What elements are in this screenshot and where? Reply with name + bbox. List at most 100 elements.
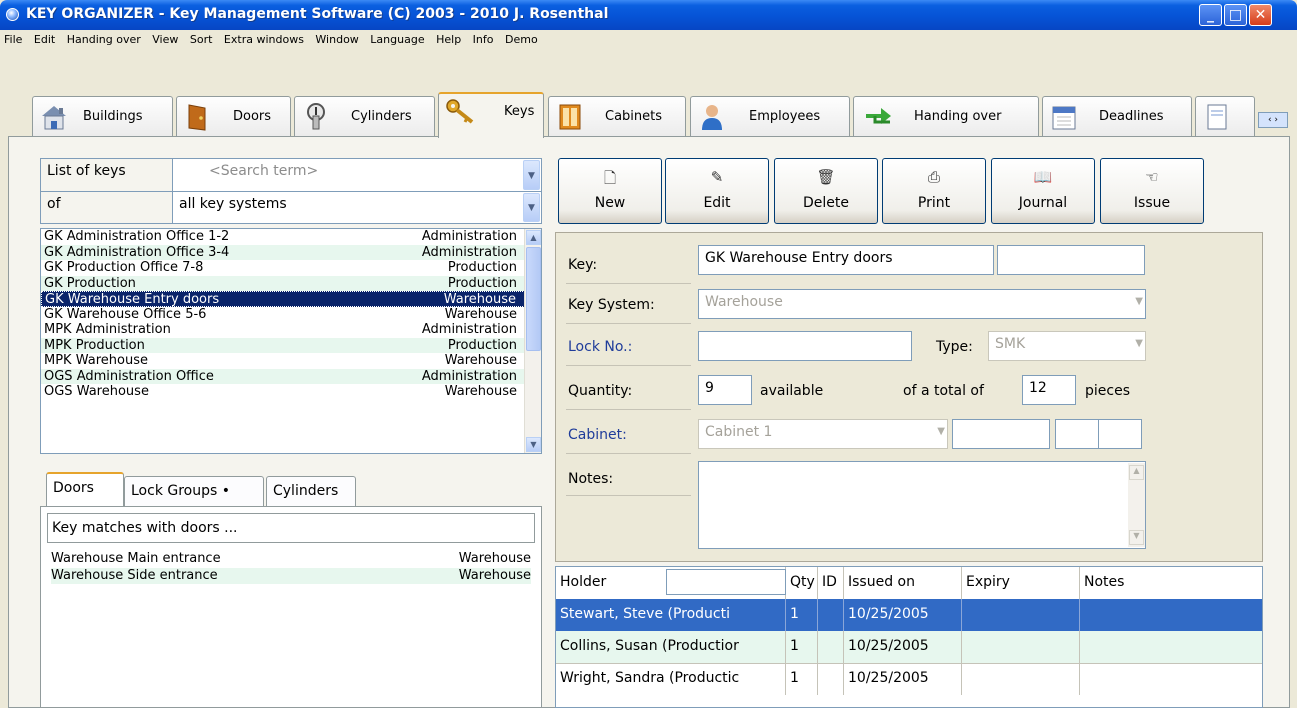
search-input[interactable]: <Search term> ▼ [172,158,542,192]
cabinet-label[interactable]: Cabinet: [568,427,627,443]
list-item[interactable]: GK Administration Office 3-4 Administrati… [41,244,541,260]
table-row[interactable]: Collins, Susan (Productior 1 10/25/2005 [556,631,1262,663]
tab-more[interactable] [1195,96,1255,136]
subtab-lock-groups[interactable]: Lock Groups • [124,476,264,506]
lock-number-field[interactable] [698,331,912,361]
key-name: GK Warehouse Office 5-6 [44,306,207,322]
key-name-field[interactable]: GK Warehouse Entry doors [698,245,994,275]
button-label: New [594,195,626,211]
list-item[interactable]: MPK Warehouse Warehouse [41,353,541,369]
list-of-keys-label-box: List of keys [40,158,172,192]
key-extra-field[interactable] [997,245,1145,275]
close-button[interactable]: ✕ [1249,4,1272,26]
list-item[interactable]: OGS Warehouse Warehouse [41,384,541,400]
list-item[interactable]: OGS Administration Office Administration [41,368,541,384]
app-icon [6,8,19,21]
tab-cylinders[interactable]: Cylinders [294,96,435,136]
menu-window[interactable]: Window [311,30,362,46]
chevron-down-icon[interactable]: ▼ [523,160,540,190]
edit-button[interactable]: ✎ Edit [665,158,769,224]
new-button[interactable]: 🗋 New [558,158,662,224]
notes-field[interactable] [698,461,1146,549]
scroll-down-icon[interactable]: ▼ [1129,530,1144,545]
column-header-id[interactable]: ID [818,567,844,599]
cabinet-position-field-1[interactable] [952,419,1050,449]
key-system-select[interactable]: Warehouse ▼ [698,289,1146,319]
tab-buildings[interactable]: Buildings [32,96,173,136]
list-item[interactable]: MPK Production Production [41,337,541,353]
table-row[interactable]: Wright, Sandra (Productic 1 10/25/2005 [556,663,1262,695]
list-item[interactable]: GK Production Production [41,275,541,291]
column-header-expiry[interactable]: Expiry [962,567,1080,599]
quantity-available-field[interactable]: 9 [698,375,752,405]
tab-doors[interactable]: Doors [176,96,291,136]
column-header-issued-on[interactable]: Issued on [844,567,962,599]
column-header-label: Notes [1084,574,1125,590]
type-select[interactable]: SMK ▼ [988,331,1146,361]
key-list-scrollbar[interactable]: ▲ ▼ [524,229,541,453]
menu-edit[interactable]: Edit [30,30,59,46]
list-item[interactable]: Warehouse Main entrance Warehouse [51,551,531,567]
list-item[interactable]: GK Administration Office 1-2 Administrati… [41,229,541,245]
menu-extra-windows[interactable]: Extra windows [220,30,308,46]
scroll-up-icon[interactable]: ▲ [526,230,541,245]
key-name: GK Warehouse Entry doors [45,292,220,307]
holder-cell: Stewart, Steve (Producti [556,599,786,631]
subtab-cylinders[interactable]: Cylinders [266,476,356,506]
key-icon [446,99,474,124]
menu-sort[interactable]: Sort [186,30,217,46]
list-item[interactable]: MPK Administration Administration [41,322,541,338]
qty-cell: 1 [786,631,818,663]
cabinet-select[interactable]: Cabinet 1 ▼ [698,419,948,449]
subtab-doors[interactable]: Doors [46,472,124,508]
holder-cell: Collins, Susan (Productior [556,631,786,663]
menu-help[interactable]: Help [432,30,465,46]
lock-number-label[interactable]: Lock No.: [568,339,632,355]
key-name: MPK Production [44,337,145,353]
doors-panel: Key matches with doors ... Warehouse Mai… [40,506,542,708]
column-header-notes[interactable]: Notes [1080,567,1262,599]
key-system: Administration [421,244,517,260]
chevron-down-icon[interactable]: ▼ [523,193,540,222]
table-row-selected[interactable]: Stewart, Steve (Producti 1 10/25/2005 [556,599,1262,631]
menu-language[interactable]: Language [366,30,428,46]
key-system-filter-select[interactable]: all key systems ▼ [172,192,542,224]
minimize-button[interactable]: _ [1199,4,1222,26]
scroll-up-icon[interactable]: ▲ [1129,465,1144,480]
maximize-button[interactable]: □ [1224,4,1247,26]
tab-handing-over[interactable]: Handing over [853,96,1039,136]
list-item[interactable]: GK Warehouse Office 5-6 Warehouse [41,307,541,323]
notes-scrollbar[interactable]: ▲ ▼ [1128,463,1145,547]
column-header-qty[interactable]: Qty [786,567,818,599]
cabinet-position-field-3[interactable] [1098,419,1142,449]
print-button[interactable]: ⎙ Print [882,158,986,224]
holder-filter-input[interactable] [666,569,786,595]
available-label: available [760,383,824,399]
cabinet-position-field-2[interactable] [1055,419,1099,449]
door-name: Warehouse Main entrance [51,551,221,566]
menu-file[interactable]: File [0,30,26,46]
menu-handing-over[interactable]: Handing over [63,30,145,46]
subtab-label: Lock Groups • [131,483,230,499]
tab-keys[interactable]: Keys [438,92,544,138]
tab-deadlines[interactable]: Deadlines [1042,96,1192,136]
key-name: GK Administration Office 1-2 [44,229,230,244]
menu-info[interactable]: Info [469,30,498,46]
list-item-selected[interactable]: GK Warehouse Entry doors Warehouse [41,291,541,307]
door-system: Warehouse [458,551,531,566]
delete-button[interactable]: 🗑 Delete [774,158,878,224]
tab-cabinets[interactable]: Cabinets [548,96,686,136]
quantity-total-field[interactable]: 12 [1022,375,1076,405]
scroll-down-icon[interactable]: ▼ [526,437,541,452]
tab-employees[interactable]: Employees [690,96,850,136]
menu-view[interactable]: View [148,30,182,46]
issue-button[interactable]: ☜ Issue [1100,158,1204,224]
list-item[interactable]: Warehouse Side entrance Warehouse [51,568,531,584]
journal-button[interactable]: 📖 Journal [991,158,1095,224]
key-name: GK Production [44,275,136,291]
tab-scroll-buttons[interactable]: ‹ › [1258,112,1288,128]
scroll-thumb[interactable] [526,247,541,351]
key-system: Production [447,260,517,275]
list-item[interactable]: GK Production Office 7-8 Production [41,260,541,276]
menu-demo[interactable]: Demo [501,30,542,46]
